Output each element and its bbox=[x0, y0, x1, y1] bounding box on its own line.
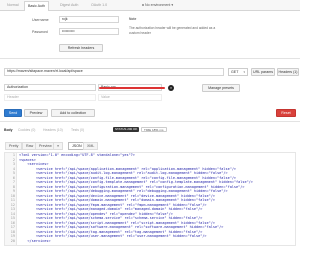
method-select[interactable]: GET ▾ bbox=[228, 68, 248, 76]
time-badge: TIME 1851 ms bbox=[141, 127, 167, 132]
tab-oauth[interactable]: OAuth 1.0 bbox=[88, 1, 110, 11]
username-label: Username bbox=[32, 18, 49, 22]
response-tab-cookies[interactable]: Cookies (0) bbox=[18, 128, 35, 132]
manage-presets-button[interactable]: Manage presets bbox=[202, 84, 240, 92]
note-text: The authorization header will be generat… bbox=[129, 26, 216, 35]
status-badge: STATUS 200 OK bbox=[113, 127, 140, 132]
format-icon[interactable]: ≡ bbox=[53, 142, 64, 150]
method-label: GET bbox=[231, 70, 239, 74]
response-tab-tests[interactable]: Tests (0) bbox=[71, 128, 84, 132]
divider bbox=[0, 58, 300, 59]
redaction-mark bbox=[99, 87, 165, 89]
view-tab-pretty[interactable]: Pretty bbox=[5, 142, 23, 150]
header-key-input[interactable]: Authorization bbox=[4, 84, 96, 91]
code-lines: <?xml version="1.0" encoding="UTF-8" sta… bbox=[19, 153, 295, 243]
response-tab-headers[interactable]: Headers (10) bbox=[43, 128, 63, 132]
chevron-down-icon: ▾ bbox=[171, 3, 174, 7]
reset-button[interactable]: Reset bbox=[276, 109, 296, 117]
send-button[interactable]: Send bbox=[4, 109, 22, 117]
header-value-placeholder[interactable]: Value bbox=[98, 94, 162, 101]
headers-button[interactable]: Headers (1) bbox=[277, 68, 299, 76]
response-body[interactable]: 1 2 3 4 5 6 7 8 9 10 11 12 13 14 15 16 17 18 19 20 <?xml ve… bbox=[4, 152, 296, 246]
view-tab-xml[interactable]: XML bbox=[83, 142, 99, 150]
url-params-button[interactable]: URL params bbox=[251, 68, 275, 76]
tab-basic-auth[interactable]: Basic Auth bbox=[24, 1, 49, 11]
auth-tab-bar: Normal Basic Auth Digest Auth OAuth 1.0 … bbox=[0, 0, 300, 11]
password-field[interactable]: •••••••••• bbox=[59, 28, 119, 35]
environment-label: No environment bbox=[145, 3, 171, 7]
environment-selector[interactable]: No environment ▾ bbox=[142, 2, 173, 9]
refresh-headers-button[interactable]: Refresh headers bbox=[59, 44, 103, 52]
line-number-gutter: 1 2 3 4 5 6 7 8 9 10 11 12 13 14 15 16 17 18 19 20 bbox=[5, 153, 17, 245]
tab-normal[interactable]: Normal bbox=[4, 1, 22, 11]
header-key-placeholder[interactable]: Header bbox=[4, 94, 96, 101]
url-input[interactable]: https://maven/sitapace.maven/rt.local/ap… bbox=[4, 68, 224, 76]
line-number: 20 bbox=[10, 238, 15, 243]
response-tab-body[interactable]: Body bbox=[4, 128, 12, 132]
add-to-collection-button[interactable]: Add to collection bbox=[51, 109, 95, 117]
divider bbox=[0, 121, 300, 122]
remove-header-icon[interactable]: × bbox=[168, 85, 174, 91]
note-title: Note bbox=[129, 17, 137, 21]
preview-button[interactable]: Preview bbox=[24, 109, 48, 117]
password-label: Password bbox=[32, 30, 48, 34]
tab-digest-auth[interactable]: Digest Auth bbox=[57, 1, 81, 11]
username-field[interactable]: rcjk bbox=[59, 16, 119, 23]
environment-icon bbox=[142, 4, 144, 7]
chevron-down-icon: ▾ bbox=[243, 70, 245, 74]
code-line: </services> bbox=[19, 238, 51, 243]
